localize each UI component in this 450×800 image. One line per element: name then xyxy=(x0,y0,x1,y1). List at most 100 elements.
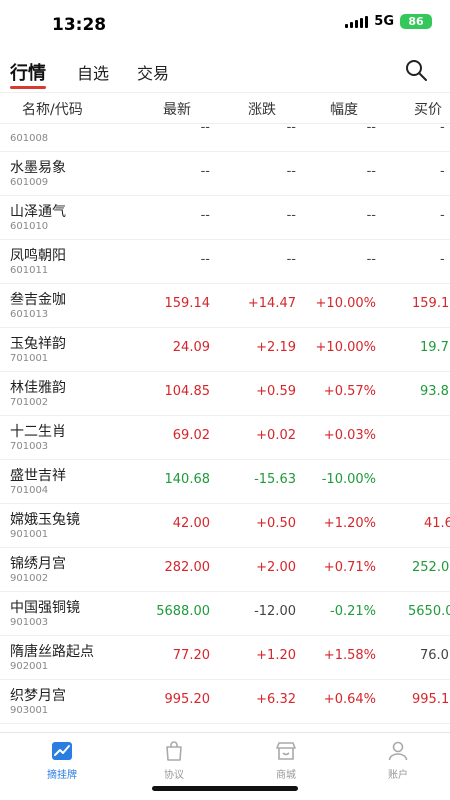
row-pct: -- xyxy=(366,164,376,179)
nav-item-listing[interactable]: 摘挂牌 xyxy=(22,739,102,781)
search-icon[interactable] xyxy=(404,58,428,82)
row-change: +2.00 xyxy=(256,560,296,575)
row-pct: +1.20% xyxy=(323,516,376,531)
row-last: 104.85 xyxy=(164,384,211,399)
row-name: 凤鸣朝阳 xyxy=(10,248,66,264)
row-change: +0.50 xyxy=(256,516,296,531)
row-code: 601008 xyxy=(10,133,49,144)
row-last: -- xyxy=(200,252,210,267)
row-name: 林佳雅韵 xyxy=(10,380,66,396)
row-bid: - xyxy=(440,164,445,179)
row-name: 水墨易象 xyxy=(10,160,66,176)
row-bid: 41.6 xyxy=(424,516,450,531)
store-icon xyxy=(276,742,296,760)
table-row[interactable]: 盛世吉祥 701004 140.68 -15.63 -10.00% xyxy=(0,460,450,504)
row-bid: 19.7 xyxy=(420,340,449,355)
table-row[interactable]: 玉兔祥韵 701001 24.09 +2.19 +10.00% 19.7 xyxy=(0,328,450,372)
row-code: 701002 xyxy=(10,397,49,408)
header-last[interactable]: 最新 xyxy=(163,99,191,119)
row-code: 901002 xyxy=(10,573,49,584)
table-row[interactable]: 601008 -- -- -- - xyxy=(0,124,450,152)
tab-trade[interactable]: 交易 xyxy=(137,60,169,84)
row-last: -- xyxy=(200,164,210,179)
column-header: 名称/代码 最新 涨跌 幅度 买价 xyxy=(0,92,450,124)
row-last: -- xyxy=(200,124,210,135)
row-pct: -0.21% xyxy=(330,604,376,619)
row-name: 盛世吉祥 xyxy=(10,468,66,484)
market-tabs: 行情 自选 交易 xyxy=(0,56,450,90)
table-row[interactable]: 隋唐丝路起点 902001 77.20 +1.20 +1.58% 76.0 xyxy=(0,636,450,680)
row-last: 995.20 xyxy=(164,692,211,707)
user-icon xyxy=(388,741,408,761)
row-last: 140.68 xyxy=(164,472,211,487)
row-code: 701003 xyxy=(10,441,49,452)
row-pct: -- xyxy=(366,124,376,135)
table-row[interactable]: 十二生肖 701003 69.02 +0.02 +0.03% xyxy=(0,416,450,460)
row-change: -- xyxy=(286,164,296,179)
row-pct: +0.71% xyxy=(323,560,376,575)
status-time: 13:28 xyxy=(52,15,107,35)
table-row[interactable]: 嫦娥玉兔镜 901001 42.00 +0.50 +1.20% 41.6 xyxy=(0,504,450,548)
tab-watchlist[interactable]: 自选 xyxy=(77,60,109,84)
row-bid: 5650.0 xyxy=(408,604,450,619)
row-name: 锦绣月宫 xyxy=(10,556,66,572)
row-bid: 76.0 xyxy=(420,648,449,663)
row-name: 织梦月宫 xyxy=(10,688,66,704)
row-pct: -- xyxy=(366,208,376,223)
header-pct[interactable]: 幅度 xyxy=(330,99,358,119)
row-last: 77.20 xyxy=(172,648,210,663)
table-row[interactable]: 中国强铜镜 901003 5688.00 -12.00 -0.21% 5650.… xyxy=(0,592,450,636)
nav-item-agreement[interactable]: 协议 xyxy=(134,739,214,781)
row-change: +1.20 xyxy=(256,648,296,663)
tab-market[interactable]: 行情 xyxy=(10,59,46,85)
row-code: 901001 xyxy=(10,529,49,540)
table-row[interactable]: 林佳雅韵 701002 104.85 +0.59 +0.57% 93.8 xyxy=(0,372,450,416)
row-last: 24.09 xyxy=(172,340,210,355)
row-bid: 159.1 xyxy=(412,296,450,311)
row-change: +6.32 xyxy=(256,692,296,707)
row-name: 中国强铜镜 xyxy=(10,600,80,616)
row-change: +0.02 xyxy=(256,428,296,443)
row-change: -12.00 xyxy=(254,604,296,619)
header-change[interactable]: 涨跌 xyxy=(248,99,276,119)
nav-label: 账户 xyxy=(388,770,408,781)
row-last: -- xyxy=(200,208,210,223)
row-code: 601009 xyxy=(10,177,49,188)
row-code: 903001 xyxy=(10,705,49,716)
table-row[interactable]: 凤鸣朝阳 601011 -- -- -- - xyxy=(0,240,450,284)
table-row[interactable]: 水墨易象 601009 -- -- -- - xyxy=(0,152,450,196)
row-pct: -10.00% xyxy=(321,472,376,487)
row-bid: - xyxy=(440,252,445,267)
row-change: -15.63 xyxy=(254,472,296,487)
header-name-code[interactable]: 名称/代码 xyxy=(22,99,83,119)
nav-label: 协议 xyxy=(164,770,184,781)
table-row[interactable]: 叁吉金咖 601013 159.14 +14.47 +10.00% 159.1 xyxy=(0,284,450,328)
battery-icon: 86 xyxy=(400,14,432,29)
row-name: 玉兔祥韵 xyxy=(10,336,66,352)
table-row[interactable]: 织梦月宫 903001 995.20 +6.32 +0.64% 995.1 xyxy=(0,680,450,724)
row-bid: - xyxy=(440,124,445,135)
quote-list: 601008 -- -- -- - 水墨易象 601009 -- -- -- -… xyxy=(0,124,450,732)
row-last: 69.02 xyxy=(172,428,210,443)
row-pct: +0.03% xyxy=(323,428,376,443)
row-pct: +10.00% xyxy=(315,340,376,355)
row-change: -- xyxy=(286,252,296,267)
network-type: 5G xyxy=(374,14,394,29)
row-name: 嫦娥玉兔镜 xyxy=(10,512,80,528)
row-last: 5688.00 xyxy=(156,604,210,619)
row-pct: -- xyxy=(366,252,376,267)
row-code: 601013 xyxy=(10,309,49,320)
table-row[interactable]: 锦绣月宫 901002 282.00 +2.00 +0.71% 252.0 xyxy=(0,548,450,592)
row-code: 902001 xyxy=(10,661,49,672)
row-pct: +0.64% xyxy=(323,692,376,707)
row-code: 701001 xyxy=(10,353,49,364)
header-bid[interactable]: 买价 xyxy=(414,99,442,119)
status-indicators: 5G 86 xyxy=(345,14,432,29)
row-code: 701004 xyxy=(10,485,49,496)
row-code: 901003 xyxy=(10,617,49,628)
row-pct: +1.58% xyxy=(323,648,376,663)
table-row[interactable]: 山泽通气 601010 -- -- -- - xyxy=(0,196,450,240)
nav-item-mall[interactable]: 商城 xyxy=(246,739,326,781)
nav-item-account[interactable]: 账户 xyxy=(358,739,438,781)
row-last: 282.00 xyxy=(164,560,211,575)
